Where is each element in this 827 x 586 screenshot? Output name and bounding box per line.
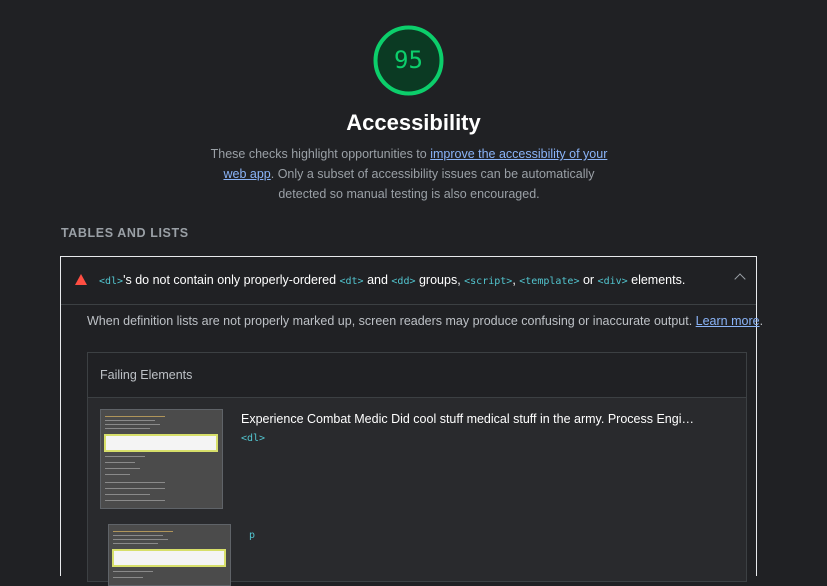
audit-description: When definition lists are not properly m…: [87, 314, 763, 328]
description-text: These checks highlight opportunities to: [210, 147, 431, 161]
code-script: <script>: [464, 276, 513, 287]
description-text-2: . Only a subset of accessibility issues …: [270, 167, 595, 201]
title-text: or: [579, 273, 598, 287]
element-screenshot: [108, 524, 231, 586]
group-title: TABLES AND LISTS: [61, 226, 189, 240]
category-description: These checks highlight opportunities to …: [200, 144, 618, 204]
code-template: <template>: [519, 276, 580, 287]
category-title: Accessibility: [346, 110, 481, 135]
score-value: 95: [394, 46, 423, 74]
fail-triangle-icon: [75, 274, 87, 285]
table-header-label: Failing Elements: [100, 368, 193, 382]
code-dd: <dd>: [391, 276, 416, 287]
chevron-up-icon[interactable]: [734, 273, 746, 285]
node-selector: p: [249, 530, 256, 541]
audit-header[interactable]: <dl>'s do not contain only properly-orde…: [61, 257, 756, 305]
title-text: and: [363, 273, 392, 287]
code-dt: <dt>: [339, 276, 364, 287]
code-dl: <dl>: [99, 276, 124, 287]
title-text: 's do not contain only properly-ordered: [123, 273, 340, 287]
code-div: <div>: [597, 276, 628, 287]
audit-panel: <dl>'s do not contain only properly-orde…: [60, 256, 763, 586]
table-row: p: [88, 524, 746, 586]
node-selector: <dl>: [241, 433, 266, 444]
learn-more-link[interactable]: Learn more: [696, 314, 760, 328]
failing-elements-table: Failing Elements Experience Combat Medic…: [87, 352, 747, 586]
audit-title[interactable]: <dl>'s do not contain only properly-orde…: [99, 273, 685, 287]
title-text: elements.: [627, 273, 686, 287]
title-text: groups,: [415, 273, 465, 287]
table-row: Experience Combat Medic Did cool stuff m…: [88, 409, 746, 509]
element-screenshot: [100, 409, 223, 509]
node-snippet: Experience Combat Medic Did cool stuff m…: [241, 412, 694, 426]
description-suffix: .: [759, 314, 764, 328]
table-header: Failing Elements: [88, 353, 746, 398]
audit-description-text: When definition lists are not properly m…: [87, 314, 696, 328]
